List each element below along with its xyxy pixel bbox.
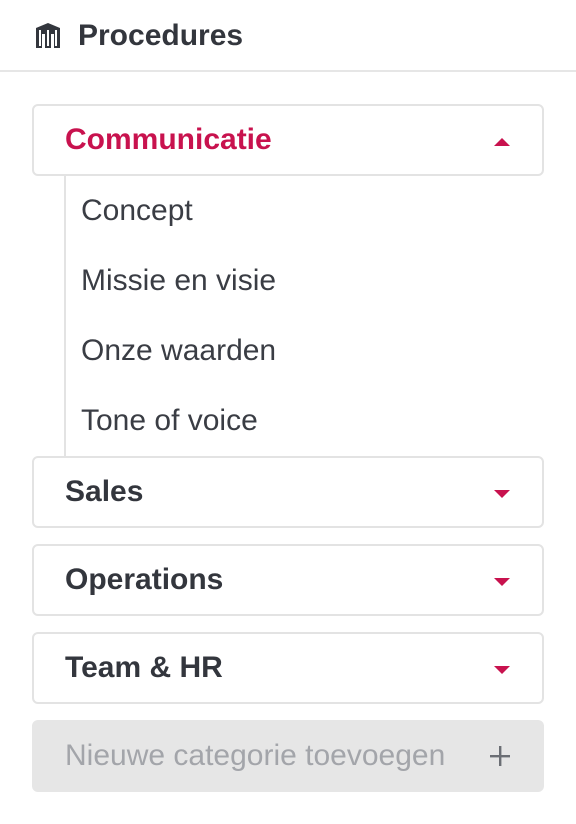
add-category-button[interactable]: Nieuwe categorie toevoegen <box>32 720 544 792</box>
caret-up-icon <box>494 138 510 146</box>
category-operations[interactable]: Operations <box>32 544 544 616</box>
subitem-concept[interactable]: Concept <box>81 193 193 229</box>
category-team-hr[interactable]: Team & HR <box>32 632 544 704</box>
category-label: Operations <box>65 563 224 596</box>
page-title: Procedures <box>78 19 244 52</box>
category-label: Team & HR <box>65 651 223 684</box>
category-label: Sales <box>65 475 144 508</box>
building-icon <box>36 23 60 48</box>
add-category-label: Nieuwe categorie toevoegen <box>65 739 446 772</box>
category-label: Communicatie <box>65 123 272 156</box>
subitem-list: Concept Missie en visie Onze waarden Ton… <box>64 176 544 458</box>
category-communicatie[interactable]: Communicatie <box>32 104 544 176</box>
category-sales[interactable]: Sales <box>32 456 544 528</box>
plus-icon <box>490 746 510 766</box>
page-header: Procedures <box>0 0 576 72</box>
caret-down-icon <box>494 490 510 498</box>
subitem-missie-en-visie[interactable]: Missie en visie <box>81 263 276 299</box>
caret-down-icon <box>494 666 510 674</box>
subitem-tone-of-voice[interactable]: Tone of voice <box>81 403 258 439</box>
subitem-onze-waarden[interactable]: Onze waarden <box>81 333 276 369</box>
caret-down-icon <box>494 578 510 586</box>
